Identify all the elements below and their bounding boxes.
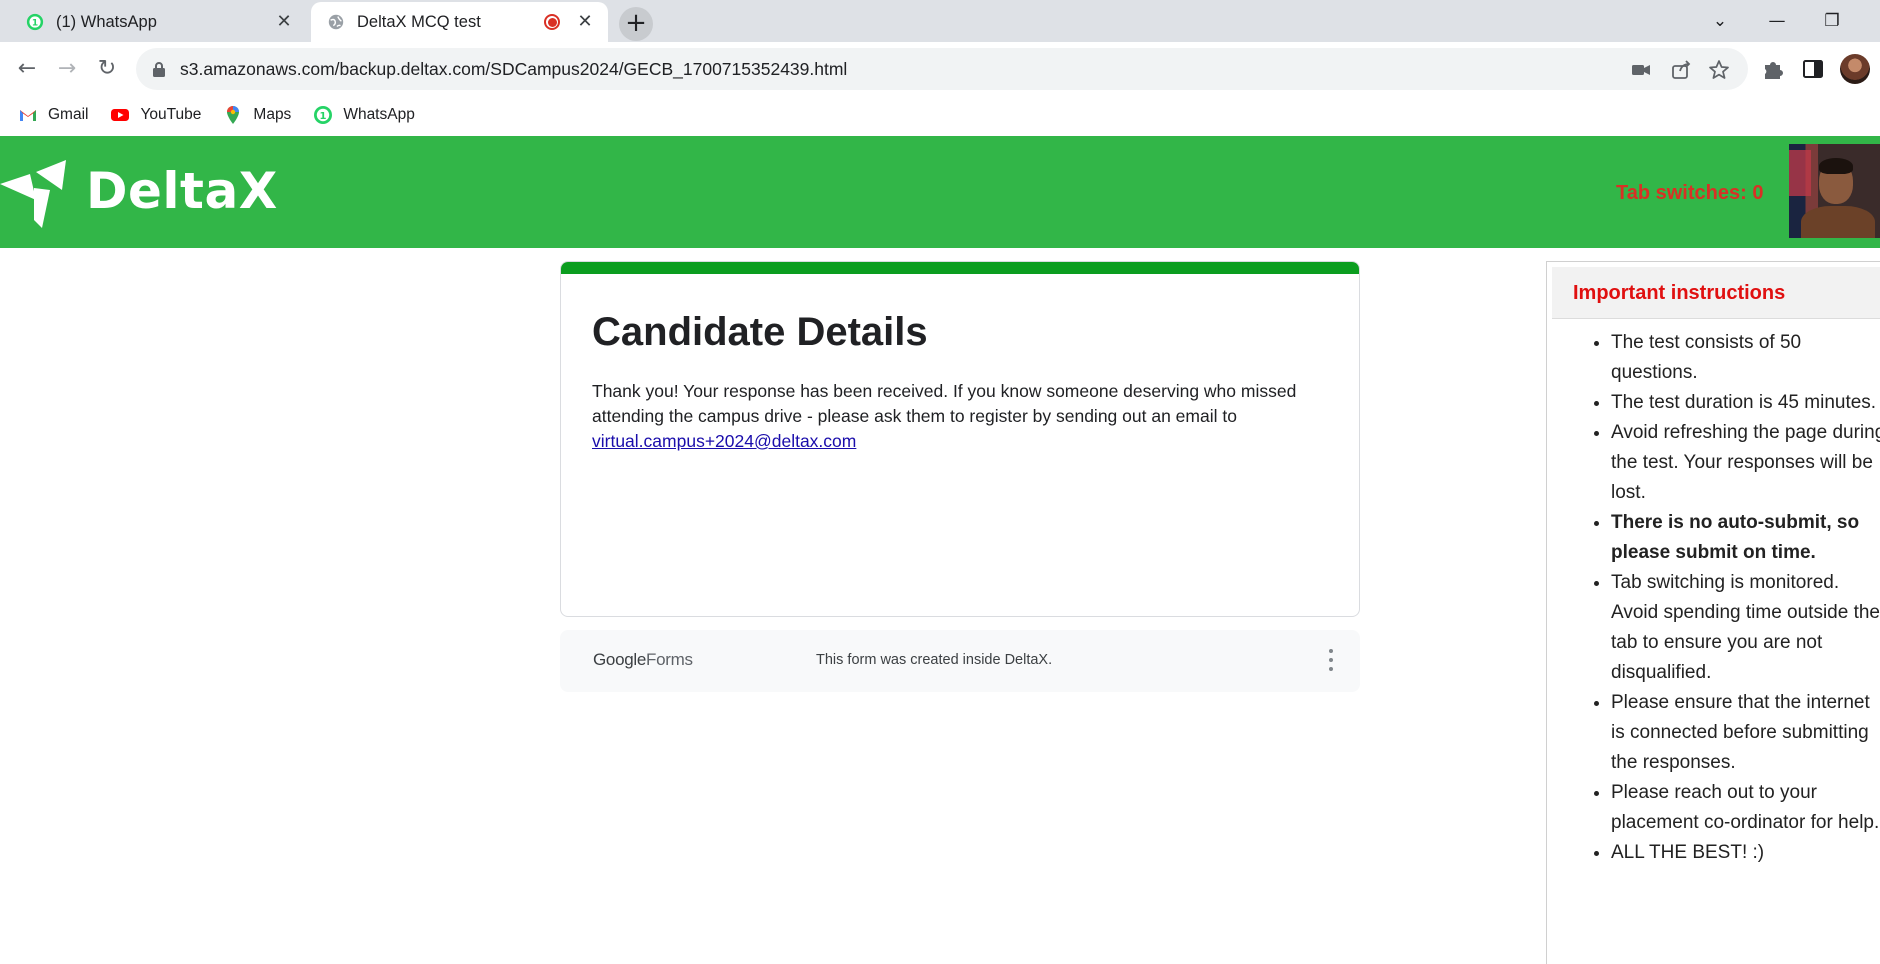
bookmark-whatsapp[interactable]: 1 WhatsApp	[313, 105, 415, 125]
recording-icon	[544, 14, 560, 30]
brand-name: DeltaX	[86, 162, 278, 220]
form-title: Candidate Details	[592, 310, 928, 354]
side-panel-icon[interactable]	[1800, 56, 1826, 82]
browser-toolbar: ← → ↻ s3.amazonaws.com/backup.deltax.com…	[0, 42, 1880, 96]
form-confirmation-message: Thank you! Your response has been receiv…	[592, 379, 1332, 454]
browser-tab-strip: 1 (1) WhatsApp ✕ DeltaX MCQ test ✕ + ⌄ —…	[0, 0, 1880, 42]
back-arrow-icon[interactable]: ←	[12, 54, 42, 84]
webcam-preview	[1789, 144, 1880, 238]
reload-icon[interactable]: ↻	[92, 54, 122, 84]
list-item: Avoid refreshing the page during the tes…	[1611, 418, 1880, 508]
page-content: DeltaX Tab switches: 0 Candidate Details…	[0, 134, 1880, 964]
logo-google-word: Google	[593, 650, 647, 669]
restore-icon[interactable]: ❐	[1812, 6, 1852, 36]
instructions-panel: Important instructions The test consists…	[1546, 261, 1880, 964]
list-item: Please reach out to your placement co-or…	[1611, 778, 1880, 838]
tab-whatsapp[interactable]: 1 (1) WhatsApp ✕	[0, 2, 307, 42]
instructions-list: The test consists of 50 questions. The t…	[1587, 328, 1880, 868]
bookmarks-bar: Gmail YouTube Maps 1 WhatsApp	[0, 96, 1880, 134]
tab-title: (1) WhatsApp	[56, 12, 157, 31]
form-accent-bar	[561, 262, 1359, 274]
webcam-background	[1789, 150, 1811, 196]
address-bar[interactable]: s3.amazonaws.com/backup.deltax.com/SDCam…	[136, 48, 1748, 90]
forward-arrow-icon[interactable]: →	[52, 54, 82, 84]
whatsapp-icon: 1	[26, 13, 44, 31]
svg-text:1: 1	[32, 19, 38, 29]
logo-forms-word: Forms	[646, 650, 693, 669]
url-text: s3.amazonaws.com/backup.deltax.com/SDCam…	[180, 58, 848, 79]
tab-switches-counter: Tab switches: 0	[1616, 182, 1764, 204]
deltax-logo-icon	[0, 160, 66, 228]
bookmark-label: Maps	[253, 106, 292, 123]
tab-search-chevron-icon[interactable]: ⌄	[1700, 6, 1740, 36]
webcam-person-hair	[1819, 158, 1853, 174]
bookmark-gmail[interactable]: Gmail	[18, 105, 88, 125]
list-item: The test duration is 45 minutes.	[1611, 388, 1880, 418]
tab-close-icon[interactable]: ✕	[574, 11, 596, 33]
tab-title: DeltaX MCQ test	[357, 12, 481, 31]
bookmark-label: Gmail	[48, 106, 89, 123]
extensions-puzzle-icon[interactable]	[1760, 56, 1786, 82]
lock-icon	[153, 62, 165, 77]
confirmation-text: Thank you! Your response has been receiv…	[592, 381, 1297, 426]
form-confirmation-card: Candidate Details Thank you! Your respon…	[560, 261, 1360, 617]
globe-icon	[328, 14, 344, 30]
camera-icon[interactable]	[1630, 59, 1652, 81]
profile-avatar[interactable]	[1840, 54, 1870, 84]
more-options-icon[interactable]	[1325, 646, 1337, 674]
youtube-icon	[111, 109, 130, 121]
list-item: Tab switching is monitored. Avoid spendi…	[1611, 568, 1880, 688]
gmail-icon	[20, 110, 36, 121]
list-item: Please ensure that the internet is conne…	[1611, 688, 1880, 778]
google-forms-footer: GoogleForms This form was created inside…	[560, 630, 1360, 692]
bookmark-maps[interactable]: Maps	[223, 105, 291, 125]
list-item: ALL THE BEST! :)	[1611, 838, 1880, 868]
share-icon[interactable]	[1670, 59, 1692, 81]
new-tab-button[interactable]: +	[619, 7, 653, 41]
google-forms-logo[interactable]: GoogleForms	[593, 650, 693, 670]
maps-icon	[227, 106, 240, 124]
list-item: The test consists of 50 questions.	[1611, 328, 1880, 388]
instructions-header: Important instructions	[1552, 267, 1880, 319]
bookmark-star-icon[interactable]	[1708, 59, 1730, 81]
site-header: DeltaX Tab switches: 0	[0, 136, 1880, 248]
form-origin-note: This form was created inside DeltaX.	[816, 652, 1053, 668]
webcam-person-body	[1801, 206, 1875, 238]
whatsapp-icon: 1	[314, 106, 333, 124]
svg-text:1: 1	[320, 111, 327, 122]
bookmark-youtube[interactable]: YouTube	[110, 105, 201, 125]
minimize-icon[interactable]: —	[1757, 6, 1797, 36]
tab-close-icon[interactable]: ✕	[273, 11, 295, 33]
list-item: There is no auto-submit, so please submi…	[1611, 508, 1880, 568]
email-link[interactable]: virtual.campus+2024@deltax.com	[592, 431, 856, 451]
bookmark-label: WhatsApp	[343, 106, 415, 123]
tab-deltax-mcq-test[interactable]: DeltaX MCQ test ✕	[311, 2, 608, 42]
instructions-title: Important instructions	[1573, 282, 1786, 304]
bookmark-label: YouTube	[140, 106, 202, 123]
